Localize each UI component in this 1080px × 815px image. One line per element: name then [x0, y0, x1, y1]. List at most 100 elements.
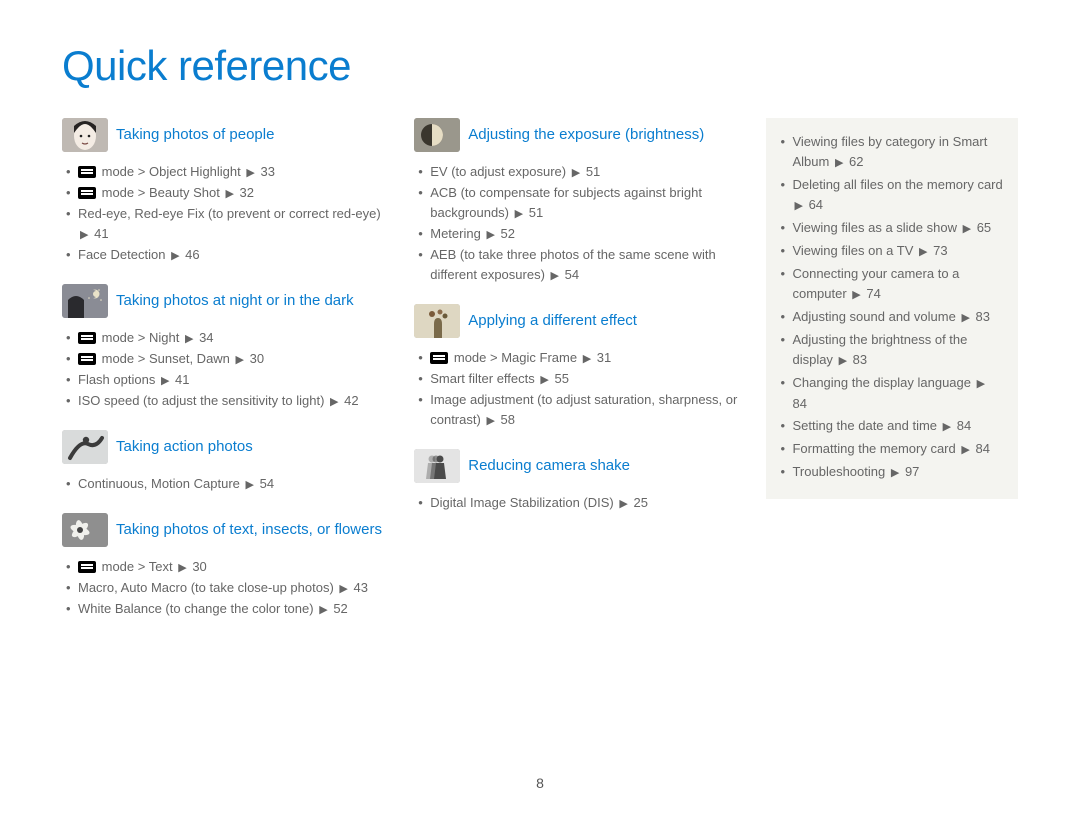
list-item[interactable]: White Balance (to change the color tone)…: [64, 599, 386, 620]
list-item[interactable]: AEB (to take three photos of the same sc…: [416, 245, 738, 286]
section-title[interactable]: Taking action photos: [116, 438, 253, 456]
page-ref: 83: [853, 352, 867, 367]
page-ref: 73: [933, 243, 947, 258]
arrow-icon: ▶: [549, 270, 561, 282]
page: Quick reference Taking photos of people …: [0, 0, 1080, 815]
section-title[interactable]: Adjusting the exposure (brightness): [468, 126, 704, 144]
column-2: Adjusting the exposure (brightness) EV (…: [414, 118, 738, 638]
item-list: Continuous, Motion Capture ▶ 54: [64, 474, 386, 495]
thumb-exposure-icon: [414, 118, 460, 152]
list-item[interactable]: mode > Sunset, Dawn ▶ 30: [64, 349, 386, 370]
section-exposure: Adjusting the exposure (brightness) EV (…: [414, 118, 738, 286]
section-macro: Taking photos of text, insects, or flowe…: [62, 513, 386, 620]
section-title[interactable]: Taking photos of people: [116, 126, 274, 144]
page-ref: 58: [501, 412, 515, 427]
sidebar-item[interactable]: Viewing files as a slide show ▶ 65: [780, 218, 1004, 239]
sidebar-item[interactable]: Adjusting the brightness of the display …: [780, 330, 1004, 371]
section-shake: Reducing camera shake Digital Image Stab…: [414, 449, 738, 514]
item-text: Digital Image Stabilization (DIS): [430, 495, 614, 510]
sidebar-item[interactable]: Setting the date and time ▶ 84: [780, 416, 1004, 437]
item-text: ACB (to compensate for subjects against …: [430, 185, 702, 220]
list-item[interactable]: Flash options ▶ 41: [64, 370, 386, 391]
list-item[interactable]: Red-eye, Red-eye Fix (to prevent or corr…: [64, 204, 386, 245]
section-title[interactable]: Reducing camera shake: [468, 457, 630, 475]
list-item[interactable]: mode > Object Highlight ▶ 33: [64, 162, 386, 183]
sidebar-item[interactable]: Deleting all files on the memory card ▶ …: [780, 175, 1004, 216]
list-item[interactable]: Digital Image Stabilization (DIS) ▶ 25: [416, 493, 738, 514]
list-item[interactable]: Face Detection ▶ 46: [64, 245, 386, 266]
item-text: Macro, Auto Macro (to take close-up phot…: [78, 580, 334, 595]
column-3: Viewing files by category in Smart Album…: [766, 118, 1018, 638]
list-item[interactable]: Metering ▶ 52: [416, 224, 738, 245]
item-text: Adjusting the brightness of the display: [792, 332, 967, 367]
item-text: Image adjustment (to adjust saturation, …: [430, 392, 737, 427]
arrow-icon: ▶: [513, 208, 525, 220]
arrow-icon: ▶: [169, 250, 181, 262]
list-item[interactable]: Macro, Auto Macro (to take close-up phot…: [64, 578, 386, 599]
item-text: Night: [149, 330, 179, 345]
sidebar-item[interactable]: Viewing files by category in Smart Album…: [780, 132, 1004, 173]
mode-label: mode >: [102, 351, 146, 366]
section-title[interactable]: Applying a different effect: [468, 312, 637, 330]
item-text: EV (to adjust exposure): [430, 164, 566, 179]
section-action: Taking action photos Continuous, Motion …: [62, 430, 386, 495]
arrow-icon: ▶: [617, 498, 629, 510]
arrow-icon: ▶: [244, 167, 256, 179]
page-ref: 30: [192, 559, 206, 574]
list-item[interactable]: EV (to adjust exposure) ▶ 51: [416, 162, 738, 183]
list-item[interactable]: ACB (to compensate for subjects against …: [416, 183, 738, 224]
page-ref: 65: [977, 220, 991, 235]
page-ref: 33: [260, 164, 274, 179]
list-item[interactable]: mode > Beauty Shot ▶ 32: [64, 183, 386, 204]
list-item[interactable]: Continuous, Motion Capture ▶ 54: [64, 474, 386, 495]
item-text: Troubleshooting: [792, 464, 885, 479]
arrow-icon: ▶: [223, 188, 235, 200]
sidebar-item[interactable]: Formatting the memory card ▶ 84: [780, 439, 1004, 460]
section-head: Taking photos of text, insects, or flowe…: [62, 513, 386, 547]
scene-mode-icon: [78, 187, 96, 199]
item-text: Object Highlight: [149, 164, 241, 179]
arrow-icon: ▶: [244, 479, 256, 491]
sidebar-item[interactable]: Viewing files on a TV ▶ 73: [780, 241, 1004, 262]
item-text: Smart filter effects: [430, 371, 535, 386]
sidebar-item[interactable]: Changing the display language ▶ 84: [780, 373, 1004, 414]
scene-mode-icon: [78, 353, 96, 365]
page-number: 8: [0, 775, 1080, 791]
list-item[interactable]: Image adjustment (to adjust saturation, …: [416, 390, 738, 431]
arrow-icon: ▶: [959, 444, 971, 456]
section-title[interactable]: Taking photos of text, insects, or flowe…: [116, 521, 382, 539]
item-text: Flash options: [78, 372, 155, 387]
arrow-icon: ▶: [961, 223, 973, 235]
item-text: White Balance (to change the color tone): [78, 601, 314, 616]
sidebar-item[interactable]: Troubleshooting ▶ 97: [780, 462, 1004, 483]
mode-label: mode >: [102, 330, 146, 345]
list-item[interactable]: mode > Magic Frame ▶ 31: [416, 348, 738, 369]
list-item[interactable]: mode > Night ▶ 34: [64, 328, 386, 349]
thumb-vase-icon: [414, 304, 460, 338]
list-item[interactable]: ISO speed (to adjust the sensitivity to …: [64, 391, 386, 412]
arrow-icon: ▶: [917, 246, 929, 258]
list-item[interactable]: mode > Text ▶ 30: [64, 557, 386, 578]
section-title[interactable]: Taking photos at night or in the dark: [116, 292, 354, 310]
arrow-icon: ▶: [328, 396, 340, 408]
scene-mode-icon: [430, 352, 448, 364]
mode-label: mode >: [102, 559, 146, 574]
arrow-icon: ▶: [78, 229, 90, 241]
section-night: Taking photos at night or in the dark mo…: [62, 284, 386, 412]
page-ref: 62: [849, 154, 863, 169]
page-ref: 84: [975, 441, 989, 456]
thumb-action-icon: [62, 430, 108, 464]
scene-mode-icon: [78, 332, 96, 344]
list-item[interactable]: Smart filter effects ▶ 55: [416, 369, 738, 390]
item-text: Formatting the memory card: [792, 441, 955, 456]
item-list: mode > Object Highlight ▶ 33 mode > Beau…: [64, 162, 386, 266]
page-ref: 51: [529, 205, 543, 220]
arrow-icon: ▶: [975, 378, 987, 390]
sidebar-item[interactable]: Adjusting sound and volume ▶ 83: [780, 307, 1004, 328]
page-ref: 83: [976, 309, 990, 324]
arrow-icon: ▶: [234, 354, 246, 366]
page-ref: 34: [199, 330, 213, 345]
sidebar-item[interactable]: Connecting your camera to a computer ▶ 7…: [780, 264, 1004, 305]
section-head: Applying a different effect: [414, 304, 738, 338]
section-people: Taking photos of people mode > Object Hi…: [62, 118, 386, 266]
